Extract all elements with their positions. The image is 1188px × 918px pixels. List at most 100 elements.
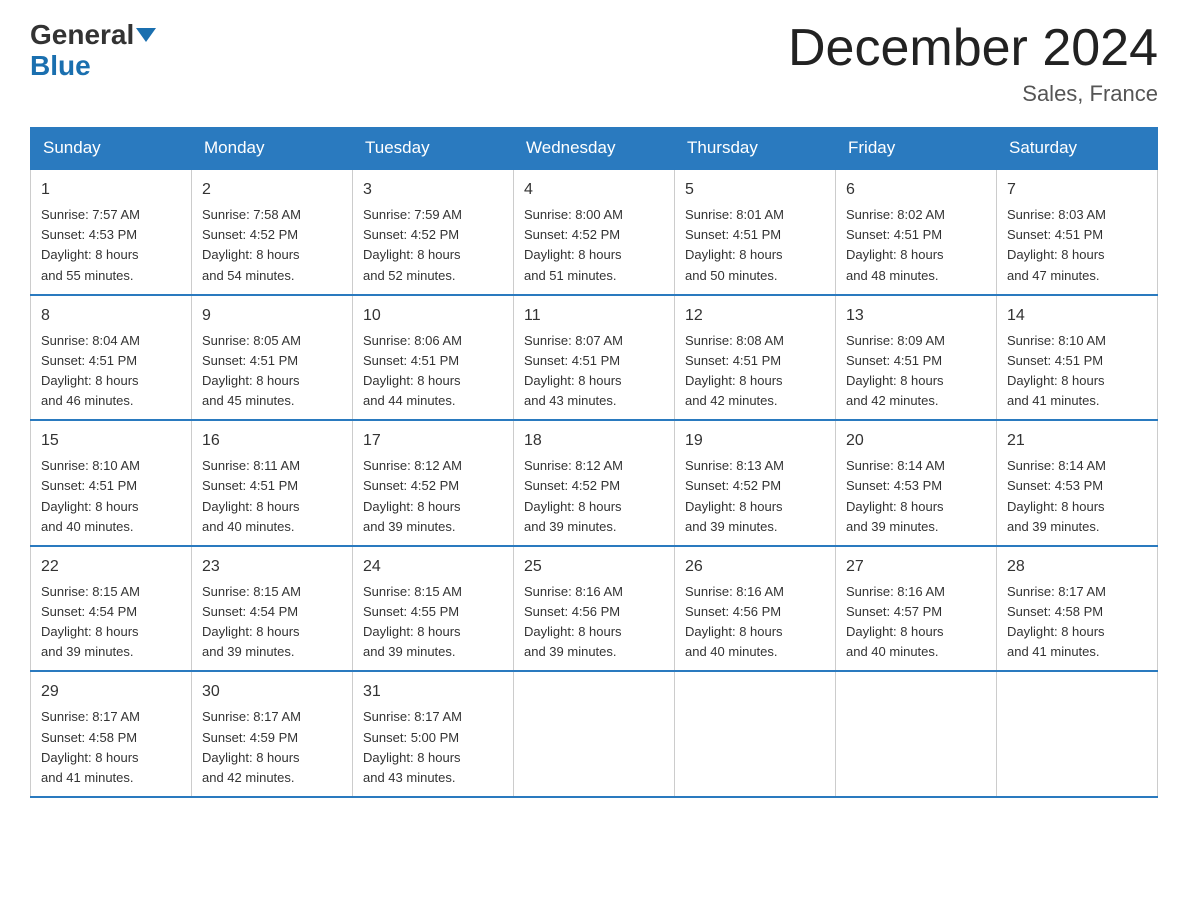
calendar-cell: 16Sunrise: 8:11 AMSunset: 4:51 PMDayligh… bbox=[192, 420, 353, 546]
day-number: 9 bbox=[202, 304, 342, 328]
calendar-cell: 23 Sunrise: 8:15 AMSunset: 4:54 PMDayligh… bbox=[192, 546, 353, 672]
day-info: Sunrise: 8:16 AMSunset: 4:56 PMDaylight:… bbox=[524, 582, 664, 663]
day-number: 20 bbox=[846, 429, 986, 453]
day-info: Sunrise: 8:09 AMSunset: 4:51 PMDaylight:… bbox=[846, 331, 986, 412]
calendar-cell: 17Sunrise: 8:12 AMSunset: 4:52 PMDayligh… bbox=[353, 420, 514, 546]
column-header-monday: Monday bbox=[192, 128, 353, 170]
day-number: 27 bbox=[846, 555, 986, 579]
calendar-cell: 5 Sunrise: 8:01 AMSunset: 4:51 PMDaylight… bbox=[675, 169, 836, 295]
day-number: 5 bbox=[685, 178, 825, 202]
calendar-week-3: 15Sunrise: 8:10 AMSunset: 4:51 PMDayligh… bbox=[31, 420, 1158, 546]
day-number: 21 bbox=[1007, 429, 1147, 453]
location-label: Sales, France bbox=[788, 81, 1158, 107]
calendar-cell: 8 Sunrise: 8:04 AMSunset: 4:51 PMDaylight… bbox=[31, 295, 192, 421]
calendar-cell: 26 Sunrise: 8:16 AMSunset: 4:56 PMDayligh… bbox=[675, 546, 836, 672]
day-info: Sunrise: 8:13 AMSunset: 4:52 PMDaylight:… bbox=[685, 456, 825, 537]
day-info: Sunrise: 8:16 AMSunset: 4:56 PMDaylight:… bbox=[685, 582, 825, 663]
day-info: Sunrise: 8:08 AMSunset: 4:51 PMDaylight:… bbox=[685, 331, 825, 412]
day-number: 28 bbox=[1007, 555, 1147, 579]
day-number: 2 bbox=[202, 178, 342, 202]
day-number: 6 bbox=[846, 178, 986, 202]
day-number: 23 bbox=[202, 555, 342, 579]
day-info: Sunrise: 8:01 AMSunset: 4:51 PMDaylight:… bbox=[685, 205, 825, 286]
day-info: Sunrise: 7:59 AMSunset: 4:52 PMDaylight:… bbox=[363, 205, 503, 286]
calendar-cell: 4Sunrise: 8:00 AMSunset: 4:52 PMDaylight… bbox=[514, 169, 675, 295]
calendar-week-2: 8 Sunrise: 8:04 AMSunset: 4:51 PMDaylight… bbox=[31, 295, 1158, 421]
day-number: 19 bbox=[685, 429, 825, 453]
calendar-cell bbox=[514, 671, 675, 797]
day-info: Sunrise: 8:16 AMSunset: 4:57 PMDaylight:… bbox=[846, 582, 986, 663]
day-number: 24 bbox=[363, 555, 503, 579]
logo-general-text: General bbox=[30, 20, 134, 51]
page-header: General Blue December 2024 Sales, France bbox=[30, 20, 1158, 107]
column-header-saturday: Saturday bbox=[997, 128, 1158, 170]
day-info: Sunrise: 8:14 AMSunset: 4:53 PMDaylight:… bbox=[846, 456, 986, 537]
calendar-cell bbox=[675, 671, 836, 797]
day-info: Sunrise: 8:17 AMSunset: 4:58 PMDaylight:… bbox=[1007, 582, 1147, 663]
calendar-cell: 30Sunrise: 8:17 AMSunset: 4:59 PMDayligh… bbox=[192, 671, 353, 797]
calendar-cell: 7 Sunrise: 8:03 AMSunset: 4:51 PMDaylight… bbox=[997, 169, 1158, 295]
day-number: 13 bbox=[846, 304, 986, 328]
day-info: Sunrise: 8:10 AMSunset: 4:51 PMDaylight:… bbox=[1007, 331, 1147, 412]
logo: General Blue bbox=[30, 20, 156, 82]
column-header-sunday: Sunday bbox=[31, 128, 192, 170]
calendar-cell: 10 Sunrise: 8:06 AMSunset: 4:51 PMDayligh… bbox=[353, 295, 514, 421]
day-number: 30 bbox=[202, 680, 342, 704]
day-info: Sunrise: 7:57 AMSunset: 4:53 PMDaylight:… bbox=[41, 205, 181, 286]
calendar-cell bbox=[997, 671, 1158, 797]
day-info: Sunrise: 8:11 AMSunset: 4:51 PMDaylight:… bbox=[202, 456, 342, 537]
day-info: Sunrise: 8:15 AMSunset: 4:54 PMDaylight:… bbox=[41, 582, 181, 663]
calendar-cell: 15Sunrise: 8:10 AMSunset: 4:51 PMDayligh… bbox=[31, 420, 192, 546]
month-title: December 2024 bbox=[788, 20, 1158, 77]
day-info: Sunrise: 8:00 AMSunset: 4:52 PMDaylight:… bbox=[524, 205, 664, 286]
calendar-cell: 19 Sunrise: 8:13 AMSunset: 4:52 PMDayligh… bbox=[675, 420, 836, 546]
day-number: 18 bbox=[524, 429, 664, 453]
calendar-cell: 28 Sunrise: 8:17 AMSunset: 4:58 PMDayligh… bbox=[997, 546, 1158, 672]
day-info: Sunrise: 8:17 AMSunset: 4:58 PMDaylight:… bbox=[41, 707, 181, 788]
day-info: Sunrise: 8:03 AMSunset: 4:51 PMDaylight:… bbox=[1007, 205, 1147, 286]
column-header-friday: Friday bbox=[836, 128, 997, 170]
day-info: Sunrise: 8:07 AMSunset: 4:51 PMDaylight:… bbox=[524, 331, 664, 412]
day-number: 10 bbox=[363, 304, 503, 328]
day-number: 26 bbox=[685, 555, 825, 579]
calendar-cell: 3 Sunrise: 7:59 AMSunset: 4:52 PMDaylight… bbox=[353, 169, 514, 295]
day-number: 25 bbox=[524, 555, 664, 579]
day-info: Sunrise: 8:06 AMSunset: 4:51 PMDaylight:… bbox=[363, 331, 503, 412]
calendar-cell: 9 Sunrise: 8:05 AMSunset: 4:51 PMDaylight… bbox=[192, 295, 353, 421]
calendar-cell: 12Sunrise: 8:08 AMSunset: 4:51 PMDayligh… bbox=[675, 295, 836, 421]
day-info: Sunrise: 8:14 AMSunset: 4:53 PMDaylight:… bbox=[1007, 456, 1147, 537]
calendar-cell: 18Sunrise: 8:12 AMSunset: 4:52 PMDayligh… bbox=[514, 420, 675, 546]
column-header-tuesday: Tuesday bbox=[353, 128, 514, 170]
calendar-cell: 20 Sunrise: 8:14 AMSunset: 4:53 PMDayligh… bbox=[836, 420, 997, 546]
day-number: 29 bbox=[41, 680, 181, 704]
day-number: 22 bbox=[41, 555, 181, 579]
calendar-cell: 13 Sunrise: 8:09 AMSunset: 4:51 PMDayligh… bbox=[836, 295, 997, 421]
logo-triangle-icon bbox=[136, 28, 156, 42]
title-section: December 2024 Sales, France bbox=[788, 20, 1158, 107]
calendar-cell: 11 Sunrise: 8:07 AMSunset: 4:51 PMDayligh… bbox=[514, 295, 675, 421]
day-number: 3 bbox=[363, 178, 503, 202]
day-number: 11 bbox=[524, 304, 664, 328]
day-info: Sunrise: 8:04 AMSunset: 4:51 PMDaylight:… bbox=[41, 331, 181, 412]
calendar-week-4: 22 Sunrise: 8:15 AMSunset: 4:54 PMDayligh… bbox=[31, 546, 1158, 672]
calendar-cell: 2 Sunrise: 7:58 AMSunset: 4:52 PMDaylight… bbox=[192, 169, 353, 295]
column-header-thursday: Thursday bbox=[675, 128, 836, 170]
calendar-table: SundayMondayTuesdayWednesdayThursdayFrid… bbox=[30, 127, 1158, 798]
calendar-cell: 29 Sunrise: 8:17 AMSunset: 4:58 PMDayligh… bbox=[31, 671, 192, 797]
day-number: 14 bbox=[1007, 304, 1147, 328]
day-number: 7 bbox=[1007, 178, 1147, 202]
column-header-wednesday: Wednesday bbox=[514, 128, 675, 170]
calendar-cell: 14 Sunrise: 8:10 AMSunset: 4:51 PMDayligh… bbox=[997, 295, 1158, 421]
calendar-week-5: 29 Sunrise: 8:17 AMSunset: 4:58 PMDayligh… bbox=[31, 671, 1158, 797]
calendar-cell: 25 Sunrise: 8:16 AMSunset: 4:56 PMDayligh… bbox=[514, 546, 675, 672]
calendar-cell: 6Sunrise: 8:02 AMSunset: 4:51 PMDaylight… bbox=[836, 169, 997, 295]
day-info: Sunrise: 8:05 AMSunset: 4:51 PMDaylight:… bbox=[202, 331, 342, 412]
day-number: 31 bbox=[363, 680, 503, 704]
day-info: Sunrise: 8:15 AMSunset: 4:54 PMDaylight:… bbox=[202, 582, 342, 663]
day-info: Sunrise: 7:58 AMSunset: 4:52 PMDaylight:… bbox=[202, 205, 342, 286]
calendar-week-1: 1Sunrise: 7:57 AMSunset: 4:53 PMDaylight… bbox=[31, 169, 1158, 295]
day-info: Sunrise: 8:12 AMSunset: 4:52 PMDaylight:… bbox=[363, 456, 503, 537]
day-info: Sunrise: 8:17 AMSunset: 5:00 PMDaylight:… bbox=[363, 707, 503, 788]
calendar-cell: 21 Sunrise: 8:14 AMSunset: 4:53 PMDayligh… bbox=[997, 420, 1158, 546]
day-number: 8 bbox=[41, 304, 181, 328]
